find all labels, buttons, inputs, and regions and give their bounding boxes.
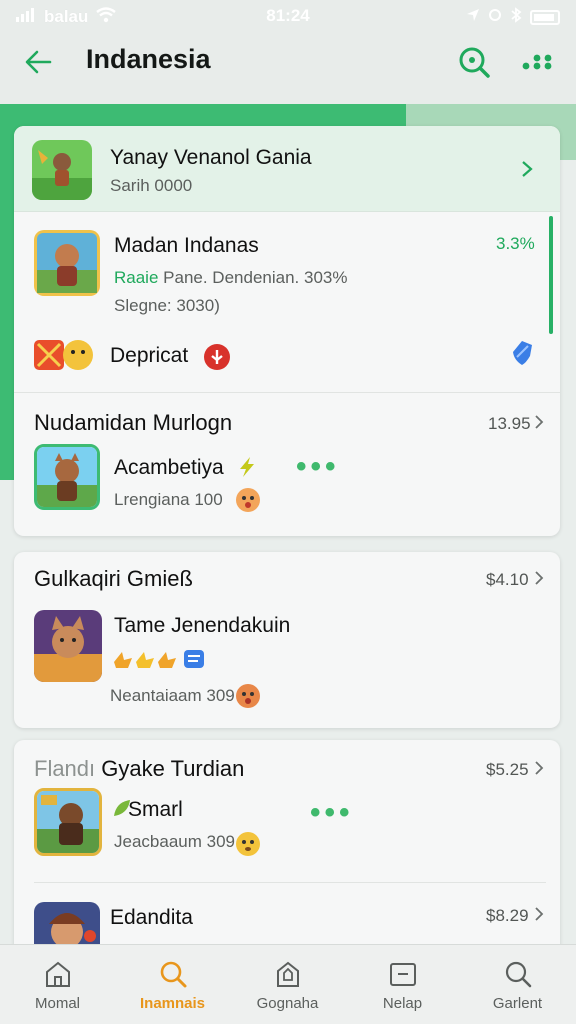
chevron-right-icon[interactable] xyxy=(534,760,544,776)
nav-item-explore[interactable]: Garlent xyxy=(460,945,575,1024)
location-icon xyxy=(466,7,480,27)
app-sub: Lrengiana 100 xyxy=(114,490,223,509)
app-name[interactable]: Madan Indanas xyxy=(114,234,259,258)
chevron-right-icon[interactable] xyxy=(534,414,544,430)
featured-row[interactable]: Yanay Venanol Gania Sarih 0000 xyxy=(14,126,560,212)
section-price: $4.10 xyxy=(486,570,529,589)
nav-item-saved[interactable]: Gognaha xyxy=(230,945,345,1024)
app-tag: Raaie xyxy=(114,268,159,287)
nav-label: Momal xyxy=(34,995,80,1012)
nav-item-search[interactable]: Inamnais xyxy=(115,945,230,1024)
section-price: $8.29 xyxy=(486,906,529,925)
app-name[interactable]: Smarl xyxy=(128,798,183,822)
nav-label: Inamnais xyxy=(139,995,206,1012)
chevron-right-icon[interactable] xyxy=(534,570,544,586)
bookmark-home-icon xyxy=(277,961,299,987)
featured-subtitle: Sarih 0000 xyxy=(110,176,193,195)
section-price: $5.25 xyxy=(486,760,529,779)
emoji-face-icon xyxy=(236,684,260,708)
section-card: Flandı Gyake Turdian $5.25 Smarl ••• Jea… xyxy=(14,740,560,970)
section-card: Gulkaqiri Gmieß $4.10 Tame Jenendakuin N… xyxy=(14,552,560,728)
status-bar: balau 81:24 xyxy=(0,0,576,34)
nav-item-home[interactable]: Momal xyxy=(0,945,115,1024)
page-title: Indanesia xyxy=(86,44,211,74)
section-title-faded: Flandı xyxy=(34,756,96,781)
emoji-badges-icon xyxy=(34,338,94,372)
app-header: Indanesia xyxy=(0,34,576,104)
divider xyxy=(14,392,560,393)
more-dots-icon[interactable]: ••• xyxy=(310,798,354,828)
inbox-icon xyxy=(390,963,416,986)
wifi-icon xyxy=(96,6,117,28)
shield-icon[interactable] xyxy=(510,340,534,366)
game-icon[interactable] xyxy=(34,230,100,296)
game-icon xyxy=(32,140,92,200)
app-meta: Pane. Dendenian. 303% xyxy=(163,268,348,287)
app-name[interactable]: Acambetiya xyxy=(114,456,224,480)
search-icon xyxy=(160,961,187,988)
game-icon[interactable] xyxy=(34,444,100,510)
emoji-face-icon xyxy=(236,832,260,856)
bluetooth-icon xyxy=(510,6,522,28)
section-title[interactable]: Gyake Turdian xyxy=(101,756,244,781)
game-icon[interactable] xyxy=(34,788,102,856)
lightning-icon xyxy=(240,457,254,477)
search-icon xyxy=(505,961,532,988)
section-title[interactable]: Edandita xyxy=(110,906,193,930)
search-icon[interactable] xyxy=(456,44,492,80)
section-title[interactable]: Gulkaqiri Gmieß xyxy=(34,566,193,592)
carrier-label: balau xyxy=(44,7,89,26)
divider xyxy=(34,882,546,883)
featured-card: Yanay Venanol Gania Sarih 0000 Madan Ind… xyxy=(14,126,560,536)
alert-badge-icon xyxy=(204,344,230,370)
scrollbar[interactable] xyxy=(549,216,553,334)
action-label[interactable]: Depricat xyxy=(110,344,188,368)
home-icon xyxy=(46,961,70,987)
nav-item-inbox[interactable]: Nelap xyxy=(345,945,460,1024)
battery-icon xyxy=(530,9,560,25)
featured-title: Yanay Venanol Gania xyxy=(110,146,312,169)
bottom-nav: Momal Inamnais Gognaha Nelap Garlent xyxy=(0,944,576,1024)
nav-label: Garlent xyxy=(492,995,543,1012)
section-price: 13.95 xyxy=(488,414,531,433)
clock: 81:24 xyxy=(266,6,310,25)
back-arrow-icon[interactable] xyxy=(22,46,54,78)
more-options-icon[interactable] xyxy=(520,50,554,74)
game-icon[interactable] xyxy=(34,610,102,682)
signal-icon xyxy=(16,7,36,27)
app-sub: Jeacbaaum 309 xyxy=(114,832,235,851)
alarm-icon xyxy=(488,7,502,27)
app-percent: 3.3% xyxy=(496,234,535,253)
app-sub: Slegne: 3030) xyxy=(114,296,220,315)
section-title[interactable]: Nudamidan Murlogn xyxy=(34,410,232,436)
app-name[interactable]: Tame Jenendakuin xyxy=(114,614,290,638)
emoji-face-icon xyxy=(236,488,260,512)
app-sub: Neantaiaam 309 xyxy=(110,686,235,705)
chevron-right-icon[interactable] xyxy=(520,159,534,179)
reaction-badges-icon xyxy=(114,650,204,668)
nav-label: Gognaha xyxy=(256,995,319,1012)
chevron-right-icon[interactable] xyxy=(534,906,544,922)
more-dots-icon[interactable]: ••• xyxy=(296,452,340,482)
nav-label: Nelap xyxy=(382,995,423,1012)
